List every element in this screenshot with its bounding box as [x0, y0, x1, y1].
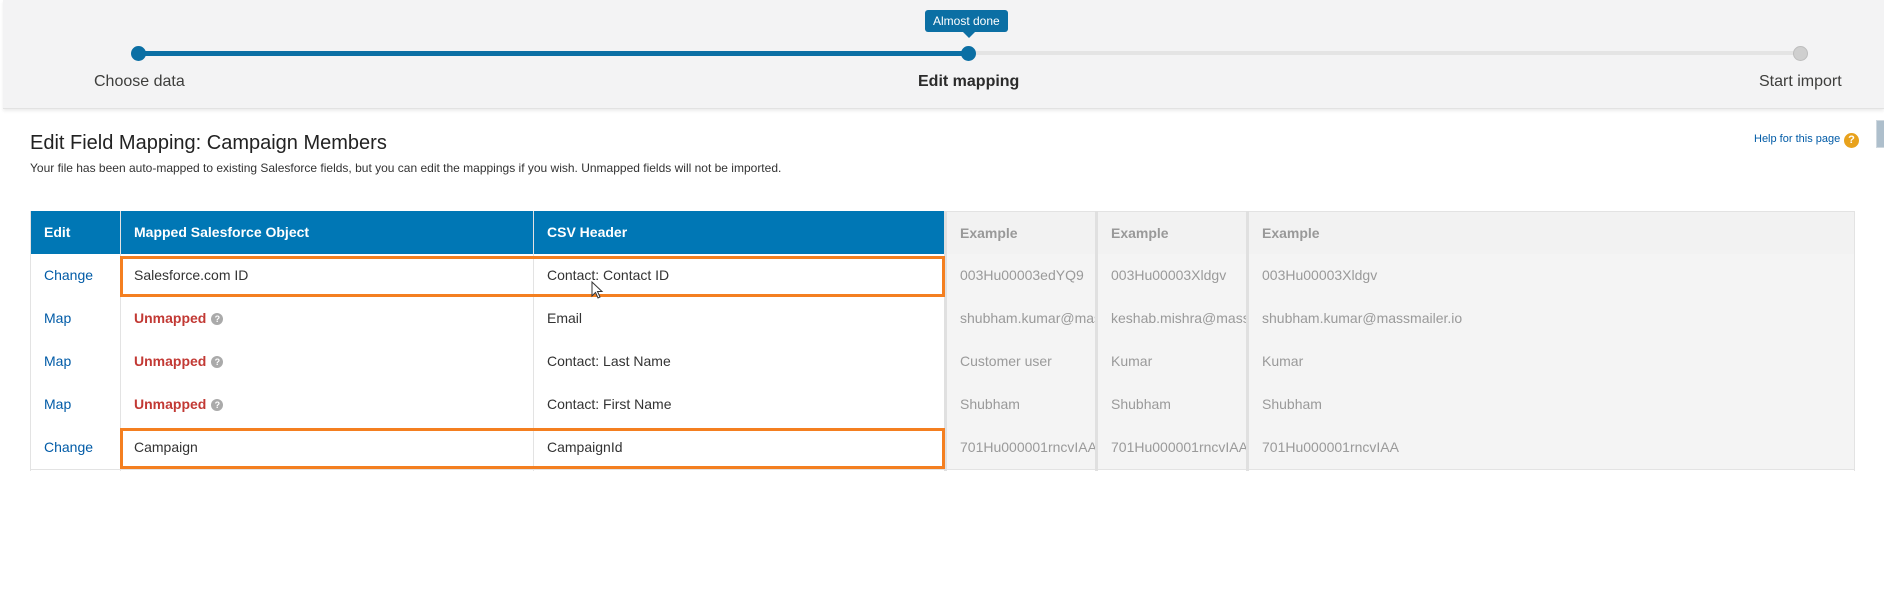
table-row: Map Unmapped? Contact: First Name Shubha… [30, 383, 1855, 427]
example-cell: shubham.kumar@massmailer.io [946, 297, 1097, 340]
example-cell: 003Hu00003Xldgv [1097, 254, 1248, 297]
csv-header-cell: Contact: First Name [533, 383, 946, 426]
example-cell: 701Hu000001rncvIAA [1248, 426, 1855, 469]
table-row: Map Unmapped? Email shubham.kumar@massma… [30, 297, 1855, 341]
question-icon[interactable]: ? [211, 313, 224, 325]
header-csv-header: CSV Header [533, 211, 946, 254]
csv-header-cell: CampaignId [533, 426, 946, 469]
import-progress-header: Almost done Choose data Edit mapping Sta… [3, 0, 1884, 109]
column-divider [1246, 211, 1249, 471]
example-cell: Shubham [946, 383, 1097, 426]
header-example-1: Example [946, 211, 1097, 254]
table-row: Map Unmapped? Contact: Last Name Custome… [30, 340, 1855, 384]
mapped-object-cell: Unmapped? [120, 340, 533, 383]
mapped-object-cell: Campaign [120, 426, 533, 469]
progress-fill [139, 51, 969, 56]
row-action-cell: Map [30, 340, 120, 383]
change-link[interactable]: Change [44, 267, 93, 283]
table-border-right [1854, 211, 1855, 471]
example-cell: shubham.kumar@massmailer.io [1248, 297, 1855, 340]
row-action-cell: Map [30, 383, 120, 426]
example-cell: Customer user [946, 340, 1097, 383]
page-description: Your file has been auto-mapped to existi… [30, 161, 782, 175]
step-label-choose-data: Choose data [94, 73, 185, 90]
question-icon[interactable]: ? [211, 356, 224, 368]
page-title: Edit Field Mapping: Campaign Members [30, 132, 387, 154]
table-border-left [30, 211, 31, 471]
table-header-row: Edit Mapped Salesforce Object CSV Header… [30, 211, 1855, 254]
step-dot-start-import [1793, 46, 1808, 61]
unmapped-label: Unmapped [134, 353, 207, 369]
example-cell: Kumar [1248, 340, 1855, 383]
step-dot-choose-data [131, 46, 146, 61]
example-cell: Shubham [1248, 383, 1855, 426]
example-cell: 003Hu00003edYQ9 [946, 254, 1097, 297]
progress-tooltip: Almost done [925, 10, 1008, 32]
map-link[interactable]: Map [44, 353, 71, 369]
side-panel-tab[interactable] [1876, 120, 1884, 148]
mapped-object-cell: Unmapped? [120, 297, 533, 340]
table-row: Change Salesforce.com ID Contact: Contac… [30, 254, 1855, 298]
unmapped-label: Unmapped [134, 310, 207, 326]
help-icon[interactable]: ? [1844, 133, 1859, 148]
row-action-cell: Change [30, 426, 120, 469]
header-edit: Edit [30, 211, 120, 254]
example-cell: 003Hu00003Xldgv [1248, 254, 1855, 297]
header-example-3: Example [1248, 211, 1855, 254]
column-divider [1095, 211, 1098, 471]
mapped-object-cell: Unmapped? [120, 383, 533, 426]
mouse-cursor-icon [591, 281, 604, 299]
map-link[interactable]: Map [44, 396, 71, 412]
column-divider [533, 211, 534, 471]
csv-header-cell: Contact: Last Name [533, 340, 946, 383]
row-action-cell: Map [30, 297, 120, 340]
step-label-edit-mapping: Edit mapping [918, 73, 1020, 90]
column-divider [120, 211, 121, 471]
example-cell: Shubham [1097, 383, 1248, 426]
help-link[interactable]: Help for this page [1754, 133, 1840, 145]
column-divider [944, 211, 947, 471]
header-mapped-object: Mapped Salesforce Object [120, 211, 533, 254]
header-example-2: Example [1097, 211, 1248, 254]
unmapped-label: Unmapped [134, 396, 207, 412]
change-link[interactable]: Change [44, 439, 93, 455]
question-icon[interactable]: ? [211, 399, 224, 411]
example-cell: Kumar [1097, 340, 1248, 383]
example-cell: keshab.mishra@massmailer.io [1097, 297, 1248, 340]
table-row: Change Campaign CampaignId 701Hu000001rn… [30, 426, 1855, 470]
map-link[interactable]: Map [44, 310, 71, 326]
step-dot-edit-mapping [961, 46, 976, 61]
example-cell: 701Hu000001rncvIAA [1097, 426, 1248, 469]
tooltip-arrow [963, 32, 975, 38]
field-mapping-table: Edit Mapped Salesforce Object CSV Header… [30, 211, 1855, 471]
row-action-cell: Change [30, 254, 120, 297]
csv-header-cell: Email [533, 297, 946, 340]
example-cell: 701Hu000001rncvIAA [946, 426, 1097, 469]
step-label-start-import: Start import [1759, 73, 1842, 90]
mapped-object-cell: Salesforce.com ID [120, 254, 533, 297]
